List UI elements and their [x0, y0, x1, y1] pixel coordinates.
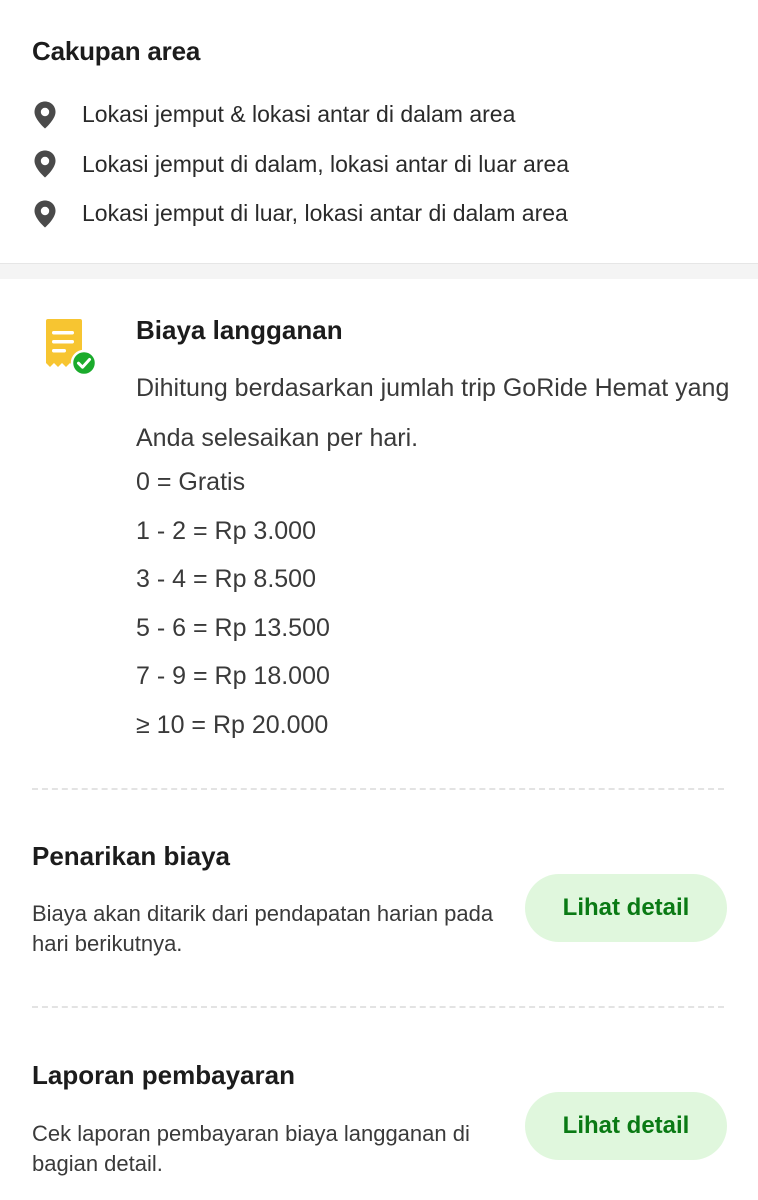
fee-tier-list: 0 = Gratis 1 - 2 = Rp 3.000 3 - 4 = Rp 8…: [136, 458, 330, 750]
coverage-item-label: Lokasi jemput di dalam, lokasi antar di …: [82, 150, 570, 177]
coverage-list: Lokasi jemput & lokasi antar di dalam ar…: [32, 90, 569, 239]
location-pin-icon: [32, 100, 58, 130]
subscription-fee-section: Biaya langganan Dihitung berdasarkan jum…: [0, 279, 758, 1200]
withdrawal-description: Biaya akan ditarik dari pendapatan haria…: [32, 901, 494, 956]
coverage-item: Lokasi jemput di dalam, lokasi antar di …: [32, 140, 569, 190]
coverage-item: Lokasi jemput di luar, lokasi antar di d…: [32, 189, 569, 239]
fee-tier: 5 - 6 = Rp 13.500: [136, 613, 330, 642]
fee-tier: ≥ 10 = Rp 20.000: [136, 710, 329, 739]
dashed-divider: [32, 1006, 724, 1008]
receipt-check-icon: [40, 317, 100, 379]
payment-report-description: Cek laporan pembayaran biaya langganan d…: [32, 1121, 470, 1176]
fee-tier: 7 - 9 = Rp 18.000: [136, 662, 330, 691]
fee-tier: 3 - 4 = Rp 8.500: [136, 565, 316, 594]
location-pin-icon: [32, 149, 58, 179]
coverage-item-label: Lokasi jemput di luar, lokasi antar di d…: [82, 200, 568, 227]
withdrawal-title: Penarikan biaya: [32, 841, 230, 871]
coverage-item: Lokasi jemput & lokasi antar di dalam ar…: [32, 90, 569, 140]
coverage-section: Cakupan area Lokasi jemput & lokasi anta…: [0, 0, 758, 263]
dashed-divider: [32, 788, 724, 790]
payment-report-detail-button[interactable]: Lihat detail: [525, 1092, 727, 1160]
coverage-title: Cakupan area: [32, 36, 201, 66]
fee-tier: 0 = Gratis: [136, 468, 246, 496]
payment-report-title: Laporan pembayaran: [32, 1060, 295, 1090]
location-pin-icon: [32, 199, 58, 229]
section-divider: [0, 263, 758, 279]
subscription-fee-description: Dihitung berdasarkan jumlah trip GoRide …: [136, 374, 730, 452]
subscription-fee-title: Biaya langganan: [136, 315, 343, 345]
coverage-item-label: Lokasi jemput & lokasi antar di dalam ar…: [82, 101, 516, 128]
withdrawal-detail-button[interactable]: Lihat detail: [525, 874, 727, 942]
fee-tier: 1 - 2 = Rp 3.000: [136, 516, 316, 545]
